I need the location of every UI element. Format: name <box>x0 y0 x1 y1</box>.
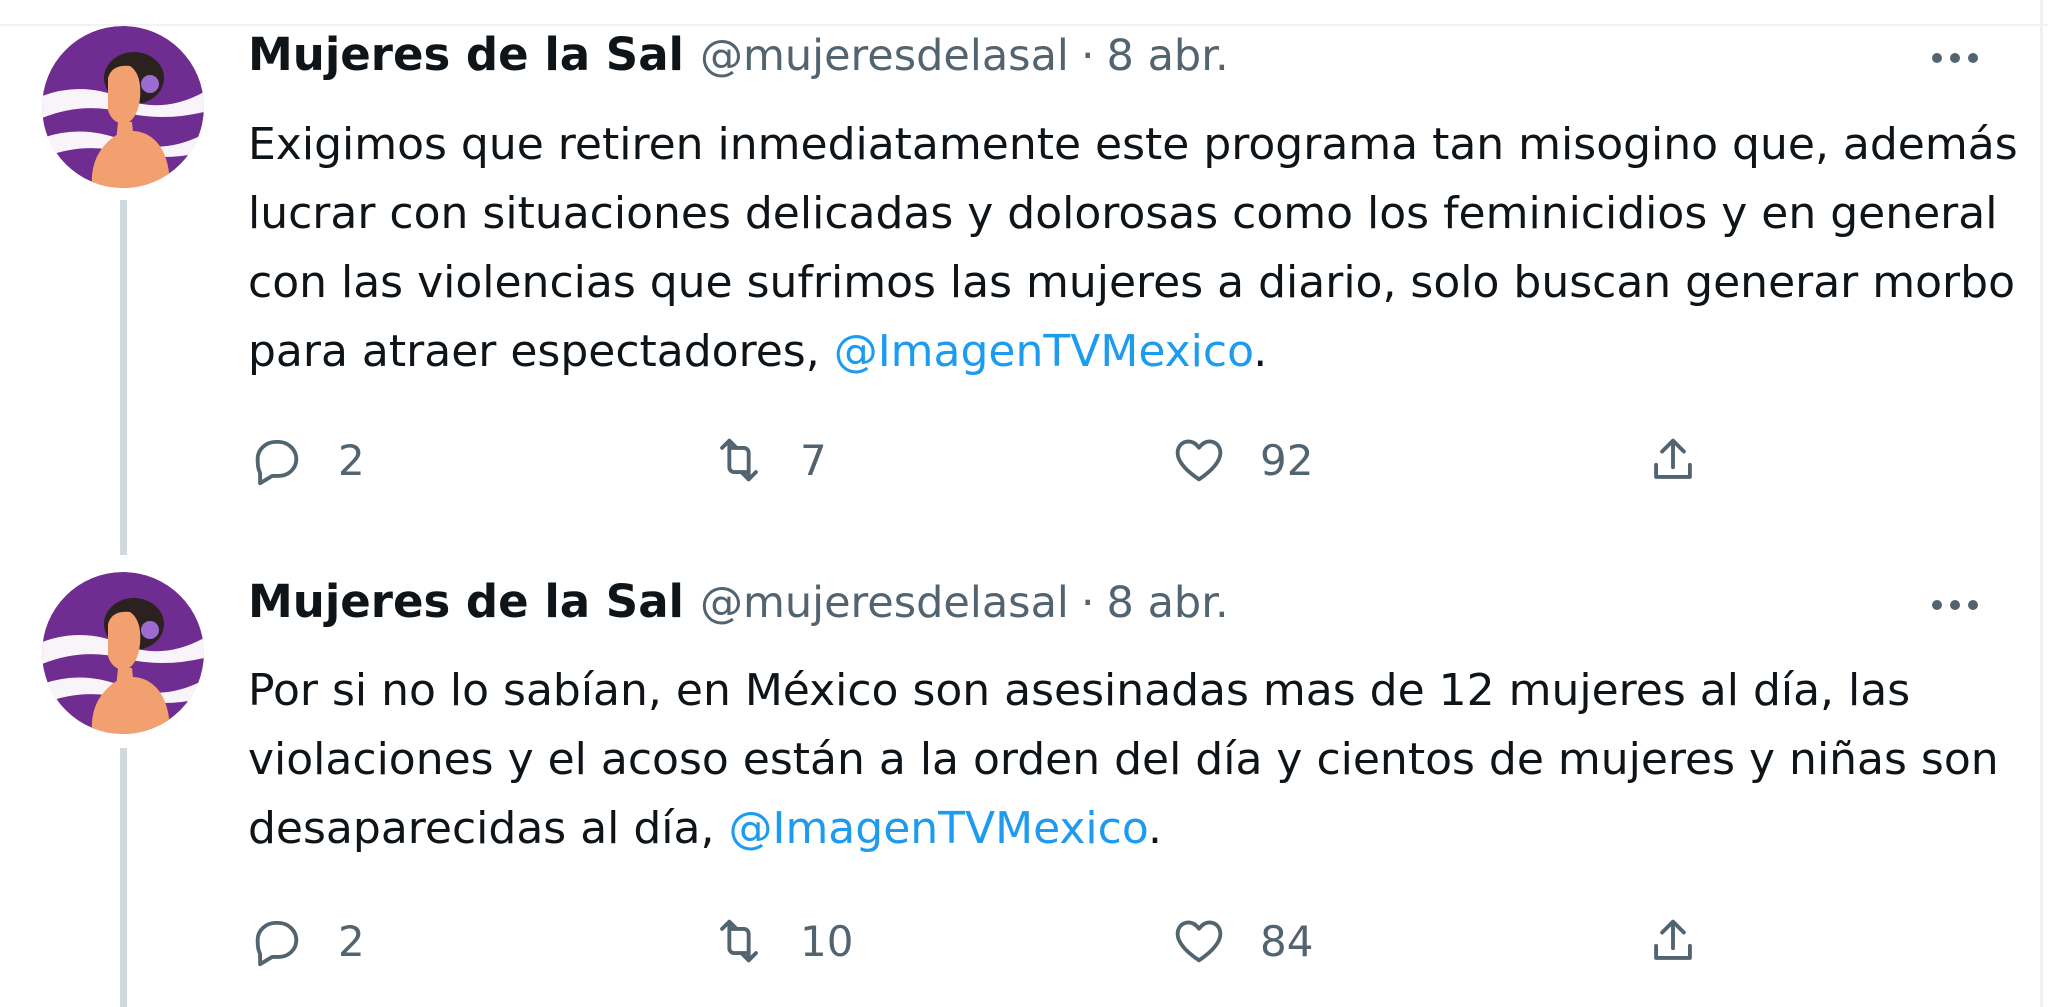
like-count: 92 <box>1260 435 1314 485</box>
more-options-icon[interactable] <box>1920 38 1990 78</box>
reply-icon <box>255 920 299 967</box>
heart-icon <box>1175 439 1223 482</box>
tweet-body-end: . <box>1148 803 1162 854</box>
reply-icon <box>255 439 299 486</box>
tweet-text: Por si no lo sabían, en México son asesi… <box>248 656 2018 863</box>
share-button[interactable] <box>1644 906 1702 976</box>
retweet-button[interactable]: 10 <box>710 906 853 976</box>
retweet-button[interactable]: 7 <box>710 425 827 495</box>
author-handle[interactable]: @mujeresdelasal <box>700 578 1069 628</box>
reply-count: 2 <box>338 435 365 485</box>
tweet-header: Mujeres de la Sal @mujeresdelasal · 8 ab… <box>248 28 1229 88</box>
share-button[interactable] <box>1644 425 1702 495</box>
author-handle[interactable]: @mujeresdelasal <box>700 31 1069 81</box>
share-icon <box>1654 438 1692 479</box>
mention-link[interactable]: @ImagenTVMexico <box>728 803 1148 854</box>
retweet-icon <box>720 438 758 482</box>
more-options-icon[interactable] <box>1920 585 1990 625</box>
retweet-count: 10 <box>800 916 854 966</box>
tweet-body-end: . <box>1253 326 1268 377</box>
tweet-date[interactable]: 8 abr. <box>1107 578 1229 628</box>
separator: · <box>1080 31 1095 81</box>
tweet-text: Exigimos que retiren inmediatamente este… <box>248 110 2018 386</box>
thread-line <box>120 748 127 1007</box>
retweet-count: 7 <box>800 435 827 485</box>
tweet-date[interactable]: 8 abr. <box>1107 31 1229 81</box>
timeline: Mujeres de la Sal @mujeresdelasal · 8 ab… <box>0 0 2048 1007</box>
retweet-icon <box>720 919 758 963</box>
avatar-image <box>42 572 204 734</box>
author-name[interactable]: Mujeres de la Sal <box>248 575 684 628</box>
tweet-actions: 2 7 92 <box>248 425 1748 495</box>
avatar[interactable] <box>42 26 204 188</box>
tweet-actions: 2 10 84 <box>248 906 1748 976</box>
mention-link[interactable]: @ImagenTVMexico <box>834 326 1254 377</box>
tweet[interactable]: Mujeres de la Sal @mujeresdelasal · 8 ab… <box>0 0 2048 560</box>
reply-button[interactable]: 2 <box>248 425 365 495</box>
reply-button[interactable]: 2 <box>248 906 365 976</box>
like-count: 84 <box>1260 916 1314 966</box>
avatar[interactable] <box>42 572 204 734</box>
tweet-header: Mujeres de la Sal @mujeresdelasal · 8 ab… <box>248 575 1229 635</box>
avatar-image <box>42 26 204 188</box>
author-name[interactable]: Mujeres de la Sal <box>248 28 684 81</box>
reply-count: 2 <box>338 916 365 966</box>
like-button[interactable]: 92 <box>1170 425 1313 495</box>
share-icon <box>1654 919 1692 960</box>
like-button[interactable]: 84 <box>1170 906 1313 976</box>
tweet[interactable]: Mujeres de la Sal @mujeresdelasal · 8 ab… <box>0 560 2048 1007</box>
thread-line <box>120 200 127 555</box>
heart-icon <box>1175 920 1223 963</box>
separator: · <box>1080 578 1095 628</box>
